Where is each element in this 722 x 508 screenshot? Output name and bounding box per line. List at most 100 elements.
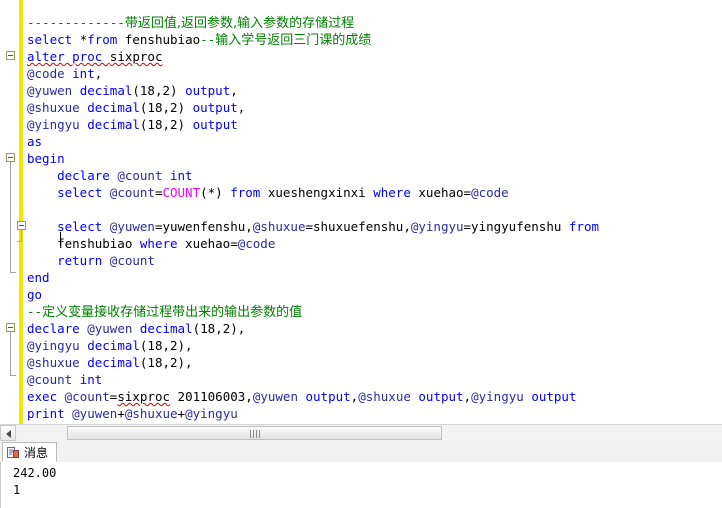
code-token: COUNT xyxy=(162,185,201,200)
code-line[interactable]: print @yuwen+@shuxue+@yingyu xyxy=(0,405,238,422)
code-line[interactable]: @yuwen decimal(18,2) output, xyxy=(0,82,238,99)
code-line[interactable]: fenshubiao where xuehao=@code xyxy=(0,235,275,252)
code-token: @shuxue xyxy=(27,100,88,115)
code-token: @yingyu xyxy=(471,389,532,404)
code-token: from xyxy=(87,32,125,47)
code-token: fenshubiao xyxy=(27,236,140,251)
scroll-left-arrow-icon[interactable] xyxy=(0,425,16,441)
code-token: select xyxy=(27,219,110,234)
code-token: go xyxy=(27,287,43,302)
code-token: @count xyxy=(109,253,155,268)
code-line[interactable]: select @count=COUNT(*) from xueshengxinx… xyxy=(0,184,509,201)
code-token: -- xyxy=(200,32,216,47)
code-token: 带返回值,返回参数,输入参数的存储过程 xyxy=(124,16,355,31)
code-token: as xyxy=(27,134,43,149)
code-token: @shuxue xyxy=(124,406,178,421)
code-line[interactable]: --定义变量接收存储过程带出来的输出参数的值 xyxy=(0,303,302,320)
code-token: output xyxy=(531,389,577,404)
code-token: fenshubiao xyxy=(124,32,201,47)
code-token: decimal xyxy=(79,83,133,98)
tab-messages-label: 消息 xyxy=(24,445,49,460)
code-line[interactable]: @count int xyxy=(0,371,102,388)
code-token: decimal xyxy=(87,355,140,370)
code-token: int xyxy=(170,168,193,183)
code-token: @yingyu xyxy=(410,219,464,234)
tab-messages[interactable]: 消息 xyxy=(2,442,58,462)
code-line[interactable]: exec @count=sixproc 201106003,@yuwen out… xyxy=(0,388,576,405)
results-tabstrip: 消息 xyxy=(0,441,722,463)
code-token: -- xyxy=(27,304,43,319)
code-line[interactable]: begin xyxy=(0,150,65,167)
code-token: @shuxue xyxy=(27,355,88,370)
code-token: print xyxy=(27,406,73,421)
code-line[interactable]: @yingyu decimal(18,2) output xyxy=(0,116,238,133)
code-token: @count xyxy=(117,168,170,183)
code-line[interactable]: @yingyu decimal(18,2), xyxy=(0,337,193,354)
code-line[interactable]: as xyxy=(0,133,42,150)
code-line[interactable]: -------------带返回值,返回参数,输入参数的存储过程 xyxy=(0,14,354,31)
code-token: @code xyxy=(27,66,73,81)
code-token: , xyxy=(463,389,472,404)
code-line[interactable]: declare @yuwen decimal(18,2), xyxy=(0,320,245,337)
code-token: alter proc xyxy=(27,49,110,64)
code-token: @count xyxy=(109,185,155,200)
code-line[interactable]: go xyxy=(0,286,42,303)
scrollbar-track[interactable] xyxy=(17,425,722,441)
code-line[interactable]: @shuxue decimal(18,2), xyxy=(0,354,193,371)
code-line[interactable]: return @count xyxy=(0,252,155,269)
code-token: from xyxy=(568,219,599,234)
code-token: xuehao= xyxy=(418,185,472,200)
code-line[interactable]: @code int, xyxy=(0,65,102,82)
code-token: where xyxy=(139,236,186,251)
code-line[interactable]: declare @count int xyxy=(0,167,193,184)
messages-output[interactable]: 242.00 1 xyxy=(0,462,722,508)
code-token: int xyxy=(79,372,103,387)
code-token: + xyxy=(177,406,186,421)
code-token: select xyxy=(27,185,110,200)
code-token: 输入学号返回三门课的成绩 xyxy=(215,33,372,48)
code-token: return xyxy=(27,253,110,268)
code-token: end xyxy=(27,270,50,285)
code-token: + xyxy=(117,406,125,421)
code-token: decimal xyxy=(87,117,140,132)
code-line[interactable]: alter proc sixproc xyxy=(0,48,162,65)
code-token: (18,2) xyxy=(139,117,193,132)
code-token: @yuwen xyxy=(109,219,155,234)
code-token: output xyxy=(192,100,238,115)
code-lines[interactable]: -------------带返回值,返回参数,输入参数的存储过程 select *… xyxy=(0,0,722,424)
code-token: @yuwen xyxy=(87,321,140,336)
code-token: , xyxy=(230,83,238,98)
code-token: @yuwen xyxy=(72,406,118,421)
code-token: output xyxy=(192,117,238,132)
code-line[interactable]: select *from fenshubiao--输入学号返回三门课的成绩 xyxy=(0,31,371,48)
code-token: (18,2), xyxy=(139,355,193,370)
code-token: output xyxy=(185,83,231,98)
scrollbar-thumb[interactable] xyxy=(67,426,442,440)
code-line[interactable]: @shuxue decimal(18,2) output, xyxy=(0,99,245,116)
ssms-query-window: -------------带返回值,返回参数,输入参数的存储过程 select *… xyxy=(0,0,722,508)
code-token: begin xyxy=(27,151,65,166)
code-token: @yuwen xyxy=(27,83,80,98)
code-token: 定义变量接收存储过程带出来的输出参数的值 xyxy=(42,305,303,320)
message-line: 242.00 xyxy=(13,466,57,480)
messages-icon xyxy=(7,446,20,459)
code-token: @count xyxy=(27,372,80,387)
scrollbar-grip-icon xyxy=(249,430,260,438)
code-token: 201106003, xyxy=(170,389,253,404)
code-token: output xyxy=(305,389,351,404)
code-line[interactable]: end xyxy=(0,269,50,286)
code-token: exec xyxy=(27,389,65,404)
editor-horizontal-scrollbar[interactable] xyxy=(0,424,722,442)
code-token: @shuxue xyxy=(358,389,419,404)
code-token: sixproc xyxy=(117,389,171,404)
code-token: , xyxy=(94,66,103,81)
code-line[interactable]: select @yuwen=yuwenfenshu,@shuxue=shuxue… xyxy=(0,218,599,235)
code-token: @yuwen xyxy=(252,389,306,404)
code-token: decimal xyxy=(87,100,140,115)
sql-code-editor[interactable]: -------------带返回值,返回参数,输入参数的存储过程 select *… xyxy=(0,0,722,424)
code-line[interactable] xyxy=(0,201,27,218)
code-token: =yuwenfenshu, xyxy=(154,219,253,234)
code-token: sixproc xyxy=(109,49,163,64)
code-token: decimal xyxy=(87,338,140,353)
code-token: decimal xyxy=(139,321,193,336)
